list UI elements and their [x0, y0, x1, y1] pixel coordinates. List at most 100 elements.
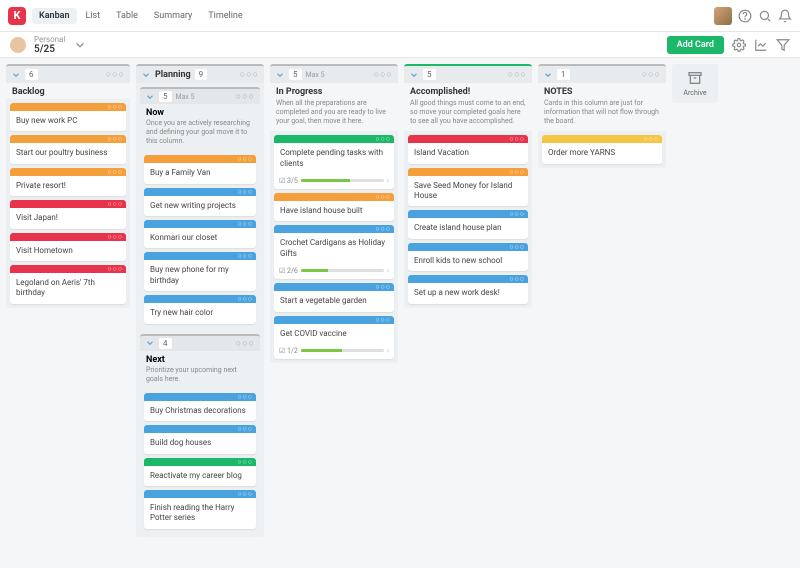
app-logo[interactable]: K [8, 7, 26, 25]
more-icon[interactable]: ○○○ [642, 69, 661, 80]
card[interactable]: ○○○Create island house plan [408, 210, 528, 238]
card-more-icon[interactable]: ○○○ [237, 188, 253, 196]
card-more-icon[interactable]: ○○○ [107, 265, 123, 273]
card-more-icon[interactable]: ○○○ [643, 135, 659, 143]
card-more-icon[interactable]: ○○○ [509, 210, 525, 218]
board-avatar[interactable] [10, 37, 26, 53]
card-more-icon[interactable]: ○○○ [237, 155, 253, 163]
search-icon[interactable] [758, 9, 772, 23]
card-more-icon[interactable]: ○○○ [509, 275, 525, 283]
view-tabs: Kanban List Table Summary Timeline [32, 8, 250, 24]
card[interactable]: ○○○Private resort! [10, 168, 126, 196]
tab-timeline[interactable]: Timeline [201, 8, 249, 24]
subtask-count: ☑ 2/6 [279, 267, 298, 275]
progress-bar [301, 269, 384, 272]
tab-kanban[interactable]: Kanban [32, 8, 77, 24]
card-more-icon[interactable]: ○○○ [375, 225, 391, 233]
column-in-progress: 5 Max 5 ○○○ In Progress When all the pre… [270, 64, 398, 363]
card[interactable]: ○○○Have island house built [274, 193, 394, 221]
card[interactable]: ○○○Buy new work PC [10, 103, 126, 131]
column-header[interactable]: 4 ○○○ [140, 334, 260, 351]
card[interactable]: ○○○Complete pending tasks with clients☑ … [274, 135, 394, 189]
card-more-icon[interactable]: ○○○ [375, 316, 391, 324]
card[interactable]: ○○○Start a vegetable garden [274, 283, 394, 311]
card-more-icon[interactable]: ○○○ [509, 168, 525, 176]
more-icon[interactable]: ○○○ [240, 69, 259, 80]
card[interactable]: ○○○Enroll kids to new school [408, 243, 528, 271]
card[interactable]: ○○○Get new writing projects [144, 188, 256, 216]
column-title: Next [140, 351, 260, 366]
card[interactable]: ○○○Save Seed Money for Island House [408, 168, 528, 207]
tab-summary[interactable]: Summary [147, 8, 199, 24]
card-title: Finish reading the Harry Potter series [144, 498, 256, 529]
card-more-icon[interactable]: ○○○ [237, 425, 253, 433]
chevron-right-icon[interactable]: › [387, 176, 389, 185]
card-more-icon[interactable]: ○○○ [107, 233, 123, 241]
tab-table[interactable]: Table [109, 8, 145, 24]
more-icon[interactable]: ○○○ [236, 91, 255, 102]
column-header[interactable]: 5 Max 5 ○○○ [270, 64, 398, 83]
column-header[interactable]: 5 ○○○ [404, 64, 532, 83]
column-title: Now [140, 104, 260, 119]
card[interactable]: ○○○Buy Christmas decorations [144, 393, 256, 421]
card-more-icon[interactable]: ○○○ [237, 393, 253, 401]
card[interactable]: ○○○Try new hair color [144, 295, 256, 323]
add-card-button[interactable]: Add Card [667, 36, 724, 54]
card-more-icon[interactable]: ○○○ [375, 283, 391, 291]
card-more-icon[interactable]: ○○○ [237, 490, 253, 498]
card-more-icon[interactable]: ○○○ [237, 295, 253, 303]
more-icon[interactable]: ○○○ [374, 69, 393, 80]
card[interactable]: ○○○Start our poultry business [10, 135, 126, 163]
column-title: Accomplished! [404, 83, 532, 99]
tab-list[interactable]: List [79, 8, 108, 24]
card-more-icon[interactable]: ○○○ [375, 135, 391, 143]
chevron-down-icon[interactable] [73, 38, 87, 52]
column-header[interactable]: 1 ○○○ [538, 64, 666, 83]
column-header[interactable]: 5 Max 5 ○○○ [140, 87, 260, 104]
card-more-icon[interactable]: ○○○ [237, 220, 253, 228]
card[interactable]: ○○○Island Vacation [408, 135, 528, 163]
card[interactable]: ○○○Build dog houses [144, 425, 256, 453]
card[interactable]: ○○○Buy a Family Van [144, 155, 256, 183]
card-more-icon[interactable]: ○○○ [237, 252, 253, 260]
card-more-icon[interactable]: ○○○ [107, 103, 123, 111]
card[interactable]: ○○○Finish reading the Harry Potter serie… [144, 490, 256, 529]
column-title: NOTES [538, 83, 666, 99]
column-accomplished: 5 ○○○ Accomplished! All good things must… [404, 64, 532, 308]
gear-icon[interactable] [732, 38, 746, 52]
card[interactable]: ○○○Konmari our closet [144, 220, 256, 248]
card-more-icon[interactable]: ○○○ [509, 243, 525, 251]
filter-icon[interactable] [776, 38, 790, 52]
card-more-icon[interactable]: ○○○ [107, 200, 123, 208]
card-more-icon[interactable]: ○○○ [107, 135, 123, 143]
card-title: Create island house plan [408, 218, 528, 238]
avatar[interactable] [714, 7, 732, 25]
archive-panel[interactable]: Archive [672, 64, 718, 103]
board-selector[interactable]: Personal 5/25 [34, 35, 65, 55]
group-header[interactable]: Planning 9 ○○○ [136, 64, 264, 83]
card[interactable]: ○○○Buy new phone for my birthday [144, 252, 256, 291]
card-more-icon[interactable]: ○○○ [375, 193, 391, 201]
more-icon[interactable]: ○○○ [236, 338, 255, 349]
chevron-right-icon[interactable]: › [387, 266, 389, 275]
chevron-right-icon[interactable]: › [387, 346, 389, 355]
column-desc: Once you are actively researching and de… [140, 119, 260, 151]
more-icon[interactable]: ○○○ [106, 69, 125, 80]
column-count: 1 [557, 69, 570, 80]
help-icon[interactable] [738, 9, 752, 23]
card[interactable]: ○○○Get COVID vaccine☑ 1/2› [274, 316, 394, 359]
bell-icon[interactable] [778, 9, 792, 23]
card[interactable]: ○○○Set up a new work desk! [408, 275, 528, 303]
card[interactable]: ○○○Legoland on Aeris' 7th birthday [10, 265, 126, 304]
card[interactable]: ○○○Crochet Cardigans as Holiday Gifts☑ 2… [274, 225, 394, 279]
chart-icon[interactable] [754, 38, 768, 52]
card-more-icon[interactable]: ○○○ [509, 135, 525, 143]
card[interactable]: ○○○Visit Japan! [10, 200, 126, 228]
card-more-icon[interactable]: ○○○ [107, 168, 123, 176]
card[interactable]: ○○○Visit Hometown [10, 233, 126, 261]
more-icon[interactable]: ○○○ [508, 69, 527, 80]
card[interactable]: ○○○Reactivate my career blog [144, 458, 256, 486]
card-more-icon[interactable]: ○○○ [237, 458, 253, 466]
card[interactable]: ○○○Order more YARNS [542, 135, 662, 163]
column-header[interactable]: 6 ○○○ [6, 64, 130, 83]
